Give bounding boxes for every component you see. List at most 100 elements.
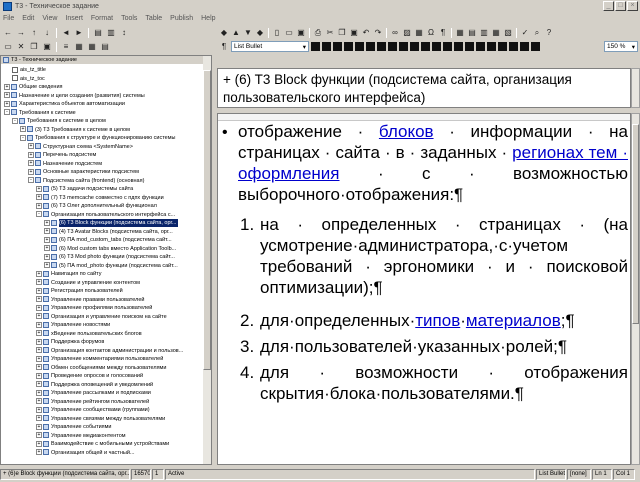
expand-icon[interactable]: +	[36, 347, 42, 354]
find-icon[interactable]: ⌕	[532, 28, 542, 38]
tree-item[interactable]: + (6) T3 Mod photo функции (подсистема са…	[44, 253, 175, 261]
expand-icon[interactable]: +	[36, 202, 42, 209]
subscript-button[interactable]	[476, 42, 485, 51]
tree-item[interactable]: + (7) T3 memcache совместно с пдпх функци…	[36, 194, 164, 202]
expand-icon[interactable]: +	[28, 151, 34, 158]
grid2-icon[interactable]: ▤	[467, 28, 477, 38]
expand-icon[interactable]: +	[36, 279, 42, 286]
numbered-list-button[interactable]	[399, 42, 408, 51]
cut-icon[interactable]: ✂	[325, 28, 335, 38]
expand-icon[interactable]: +	[36, 185, 42, 192]
tree-item[interactable]: + (3) T3 Требования к системе в целом	[20, 126, 130, 134]
italic-button[interactable]	[322, 42, 331, 51]
expand-icon[interactable]: +	[36, 321, 42, 328]
expand-icon[interactable]: +	[20, 126, 26, 133]
expand-icon[interactable]: +	[36, 330, 42, 337]
expand-icon[interactable]: +	[4, 92, 10, 99]
expand-icon[interactable]: +	[44, 245, 50, 252]
tree-item[interactable]: + (6) T3 Block функции (подсистема сайта,…	[44, 219, 179, 227]
tree-item[interactable]: + Управление рассылками и подписками	[36, 389, 151, 397]
numbered-item[interactable]: для · возможности · отображения скрытия·…	[260, 362, 628, 404]
underline-button[interactable]	[333, 42, 342, 51]
expand-icon[interactable]: +	[44, 228, 50, 235]
zoom-select[interactable]: 150 % ▾	[604, 41, 638, 52]
shading-button[interactable]	[520, 42, 529, 51]
format-painter-button[interactable]	[498, 42, 507, 51]
grid3-icon[interactable]: ▥	[479, 28, 489, 38]
tree-item[interactable]: - Требования к структуре и функционирован…	[20, 134, 175, 142]
expand-icon[interactable]: +	[36, 313, 42, 320]
menu-insert[interactable]: Insert	[65, 15, 83, 22]
expand-icon[interactable]: +	[36, 304, 42, 311]
tree-item[interactable]: + Основные характеристики подсистем	[28, 168, 139, 176]
numbered-item[interactable]: на · определенных · страницах · (на усмо…	[260, 214, 628, 298]
tree-item[interactable]: - Организация пользовательского интерфейс…	[36, 211, 175, 219]
glossary-link[interactable]: материалов	[466, 311, 561, 330]
link-icon[interactable]: ∞	[390, 28, 400, 38]
level-icon[interactable]: ↕	[119, 28, 129, 38]
tree-item[interactable]: + (5) T3 задачи подсистемы сайта	[36, 185, 133, 193]
copy2-icon[interactable]: ❐	[337, 28, 347, 38]
expand-icon[interactable]: +	[36, 364, 42, 371]
border-button[interactable]	[509, 42, 518, 51]
move-up-icon[interactable]: ↑	[29, 28, 39, 38]
new-icon[interactable]: ▯	[272, 28, 282, 38]
next-icon[interactable]: ◆	[255, 28, 265, 38]
align-left-button[interactable]	[355, 42, 364, 51]
menu-edit[interactable]: Edit	[22, 15, 34, 22]
expand-icon[interactable]: +	[36, 381, 42, 388]
glossary-link[interactable]: типов	[415, 311, 460, 330]
delete-icon[interactable]: ✕	[16, 42, 26, 52]
document-scrollbar[interactable]	[631, 113, 640, 465]
collapse-icon[interactable]: -	[12, 117, 18, 124]
expand-icon[interactable]: +	[36, 432, 42, 439]
tree-item[interactable]: + Управление событиями	[36, 423, 112, 431]
bold-button[interactable]	[311, 42, 320, 51]
view-list-icon[interactable]: ≡	[61, 42, 71, 52]
forward-icon[interactable]: ►	[74, 28, 84, 38]
tree-item[interactable]: + Поддержка форумов	[36, 338, 104, 346]
expand-icon[interactable]: +	[28, 168, 34, 175]
superscript-button[interactable]	[465, 42, 474, 51]
symbol-icon[interactable]: Ω	[426, 28, 436, 38]
tree-item[interactable]: - Подсистема сайта (frontend) (основная)	[28, 177, 144, 185]
tree-item[interactable]: + Поддержка оповещений и уведомлений	[36, 381, 153, 389]
topic-header[interactable]: + (6) T3 Block функции (подсистема сайта…	[217, 68, 631, 108]
expand-icon[interactable]: +	[36, 296, 42, 303]
tree-item[interactable]: + (6) T3 Олег дополнительный функционал	[36, 202, 157, 210]
expand-icon[interactable]: +	[44, 253, 50, 260]
tree-scroll-thumb[interactable]	[203, 70, 211, 370]
bullet-list-button[interactable]	[410, 42, 419, 51]
tree-item[interactable]: + Управление сообществами (группами)	[36, 406, 150, 414]
help-icon[interactable]: ?	[544, 28, 554, 38]
document-scroll-thumb[interactable]	[632, 124, 639, 324]
bullet-paragraph[interactable]: отображение · блоков · информации · на с…	[238, 121, 628, 205]
tree-item[interactable]: + Организация контактов администрации и п…	[36, 347, 183, 355]
paste-icon[interactable]: ▣	[42, 42, 52, 52]
expand-icon[interactable]: +	[36, 355, 42, 362]
tree-item[interactable]: + (6) Mod custom tabs вместо Application …	[44, 245, 176, 253]
header-scrollbar[interactable]	[631, 68, 640, 108]
view-detail-icon[interactable]: ▤	[100, 42, 110, 52]
outline-tree[interactable]: T3 - Техническое задание ais_tz_title ais…	[0, 55, 212, 465]
menu-view[interactable]: View	[42, 15, 57, 22]
paste2-icon[interactable]: ▣	[349, 28, 359, 38]
tree-item[interactable]: + хВедение пользовательских блогов	[36, 330, 142, 338]
expand-icon[interactable]: +	[44, 262, 50, 269]
clear-format-button[interactable]	[487, 42, 496, 51]
save-icon[interactable]: ▣	[296, 28, 306, 38]
move-right-icon[interactable]: →	[16, 28, 26, 38]
expand-icon[interactable]: +	[44, 219, 50, 226]
expand-icon[interactable]: +	[36, 423, 42, 430]
back-icon[interactable]: ◄	[61, 28, 71, 38]
tree-item[interactable]: + Управление новостями	[36, 321, 110, 329]
expand-icon[interactable]: +	[28, 160, 34, 167]
tree-item[interactable]: + Управление рейтингом пользователей	[36, 398, 149, 406]
align-center-button[interactable]	[366, 42, 375, 51]
redo-icon[interactable]: ↷	[373, 28, 383, 38]
style-select[interactable]: List Bullet ▾	[231, 41, 309, 52]
tree-item[interactable]: + Управление комментариями пользователей	[36, 355, 163, 363]
view-grid-icon[interactable]: ▦	[87, 42, 97, 52]
expand-icon[interactable]: +	[36, 406, 42, 413]
indent-button[interactable]	[432, 42, 441, 51]
